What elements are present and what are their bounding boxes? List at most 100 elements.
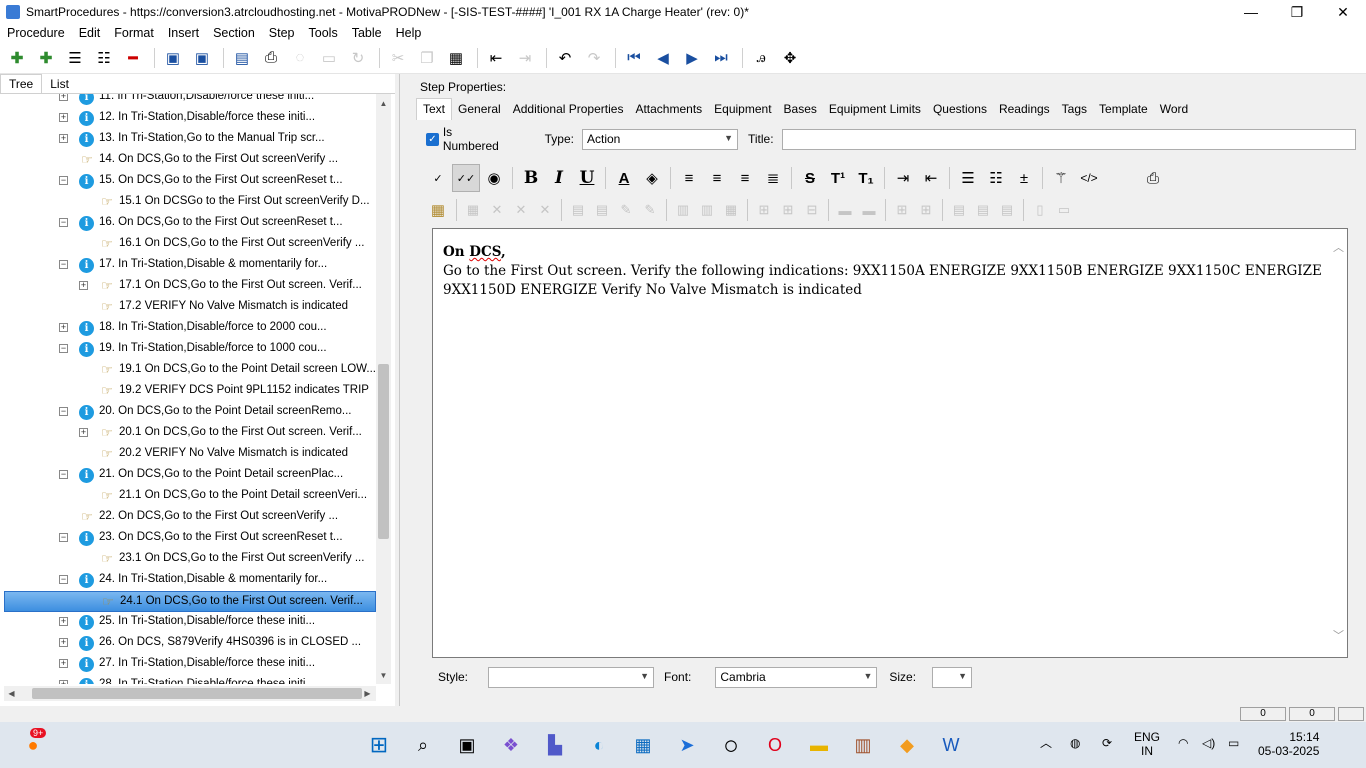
tree-row[interactable]: − i 15. On DCS,Go to the First Out screenR…: [4, 171, 376, 192]
volume-icon[interactable]: ◁): [1202, 736, 1215, 750]
expand-icon[interactable]: +: [59, 94, 68, 101]
tree-row[interactable]: + i 25. In Tri-Station,Disable/force these…: [4, 612, 376, 633]
menu-tools[interactable]: Tools: [302, 26, 345, 40]
align-bottom-icon[interactable]: ▤: [995, 196, 1019, 224]
spellcheck-icon[interactable]: ✓: [424, 164, 452, 192]
fill-color-icon[interactable]: ◈: [638, 164, 666, 192]
collapse-icon[interactable]: −: [59, 218, 68, 227]
tab-questions[interactable]: Questions: [927, 99, 993, 120]
dell-icon[interactable]: ◯: [716, 730, 746, 760]
outdent-icon[interactable]: ⇤: [483, 45, 509, 71]
bullet-list-icon[interactable]: ☰: [954, 164, 982, 192]
collapse-icon[interactable]: −: [59, 575, 68, 584]
save-as-icon[interactable]: ▣: [160, 45, 186, 71]
tree-row[interactable]: ☞ 17.2 VERIFY No Valve Mismatch is indica…: [4, 297, 376, 318]
insert-table-icon[interactable]: ▦: [424, 196, 452, 224]
subscript-icon[interactable]: T₁: [852, 164, 880, 192]
superscript-icon[interactable]: T¹: [824, 164, 852, 192]
align-right-icon[interactable]: ≡: [731, 164, 759, 192]
tree-row[interactable]: ☞ 21.1 On DCS,Go to the Point Detail scre…: [4, 486, 376, 507]
task-view-icon[interactable]: ▣: [452, 730, 482, 760]
menu-insert[interactable]: Insert: [161, 26, 206, 40]
decrease-indent-icon[interactable]: ⇤: [917, 164, 945, 192]
redo-step-icon[interactable]: ↻: [345, 45, 371, 71]
network-status-icon[interactable]: ◍: [1070, 736, 1080, 750]
collapse-icon[interactable]: −: [59, 533, 68, 542]
first-icon[interactable]: ⏮: [621, 45, 647, 71]
numbered-list-icon[interactable]: ☷: [982, 164, 1010, 192]
file-explorer-icon[interactable]: ▬: [804, 730, 834, 760]
delete-col-icon[interactable]: ✕: [509, 196, 533, 224]
col-width-icon[interactable]: ▬: [857, 196, 881, 224]
collapse-icon[interactable]: ☰: [62, 45, 88, 71]
scroll-right-icon[interactable]: ▶: [360, 686, 375, 701]
expand-icon[interactable]: +: [59, 638, 68, 647]
bold-icon[interactable]: B: [517, 164, 545, 192]
title-input[interactable]: [781, 128, 1356, 150]
word-icon[interactable]: W: [936, 730, 966, 760]
row-height-icon[interactable]: ▬: [833, 196, 857, 224]
delete-row-icon[interactable]: ✕: [533, 196, 557, 224]
expand-icon[interactable]: +: [59, 659, 68, 668]
tree-row[interactable]: + i 27. In Tri-Station,Disable/force these…: [4, 654, 376, 675]
tab-text[interactable]: Text: [416, 98, 453, 120]
editor-scrollbar[interactable]: ︿ ﹀: [1331, 229, 1347, 657]
delete-cell-icon[interactable]: ✕: [485, 196, 509, 224]
collapse-icon[interactable]: −: [59, 344, 68, 353]
copilot-icon[interactable]: ❖: [496, 730, 526, 760]
auto-spellcheck-icon[interactable]: ✓✓: [452, 164, 480, 192]
tab-template[interactable]: Template: [1093, 99, 1154, 120]
tab-tree[interactable]: Tree: [0, 74, 43, 93]
remote-icon[interactable]: ➤: [672, 730, 702, 760]
tree-row[interactable]: + ☞ 20.1 On DCS,Go to the First Out screen…: [4, 423, 376, 444]
expand-icon[interactable]: +: [59, 323, 68, 332]
opera-icon[interactable]: O: [760, 730, 790, 760]
teams-icon[interactable]: ▙: [540, 730, 570, 760]
split-icon[interactable]: ⊟: [800, 196, 824, 224]
export-icon[interactable]: ▤: [229, 45, 255, 71]
move-icon[interactable]: ✥: [777, 45, 803, 71]
cell-style-icon[interactable]: ✎: [638, 196, 662, 224]
tree-row[interactable]: ☞ 20.2 VERIFY No Valve Mismatch is indica…: [4, 444, 376, 465]
previous-icon[interactable]: ◀: [650, 45, 676, 71]
type-select[interactable]: Action ▼: [581, 128, 738, 150]
chevron-down-icon[interactable]: ﹀: [1333, 627, 1344, 643]
tree-row[interactable]: − i 19. In Tri-Station,Disable/force to 10…: [4, 339, 376, 360]
tree-row[interactable]: + i 26. On DCS, S879Verify 4HS0396 is in C…: [4, 633, 376, 654]
battery-icon[interactable]: ▭: [1228, 736, 1239, 750]
insert-line-icon[interactable]: ±: [1010, 164, 1038, 192]
border-icon[interactable]: ⊞: [890, 196, 914, 224]
smartprocedures-icon[interactable]: ◆: [892, 730, 922, 760]
tree-row[interactable]: + i 28. In Tri-Station,Disable/force these…: [4, 675, 376, 684]
tree-vertical-scrollbar[interactable]: ▲ ▼: [376, 94, 391, 684]
insert-col-right-icon[interactable]: ▥: [695, 196, 719, 224]
tree-row[interactable]: + i 13. In Tri-Station,Go to the Manual Tr…: [4, 129, 376, 150]
spellcheck-icon[interactable]: ꭿ: [748, 45, 774, 71]
is-numbered-checkbox[interactable]: ✓: [426, 132, 439, 146]
collapse-icon[interactable]: −: [59, 470, 68, 479]
tree-row[interactable]: − i 23. On DCS,Go to the First Out screenR…: [4, 528, 376, 549]
style-select[interactable]: ▼: [488, 666, 655, 688]
tree-row[interactable]: ☞ 22. On DCS,Go to the First Out screenVe…: [4, 507, 376, 528]
cell-props-icon[interactable]: ▤: [566, 196, 590, 224]
refresh-icon[interactable]: ◌: [287, 45, 313, 71]
menu-help[interactable]: Help: [389, 26, 429, 40]
tab-attachments[interactable]: Attachments: [629, 99, 708, 120]
tab-readings[interactable]: Readings: [993, 99, 1056, 120]
cell-edit-icon[interactable]: ▤: [590, 196, 614, 224]
insert-col-left-icon[interactable]: ▥: [671, 196, 695, 224]
cut-icon[interactable]: ✂: [385, 45, 411, 71]
step-text-editor[interactable]: On DCS, Go to the First Out screen. Veri…: [432, 228, 1348, 658]
merge-icon[interactable]: ▦: [719, 196, 743, 224]
search-icon[interactable]: ⌕: [408, 730, 438, 760]
collapse-icon[interactable]: −: [59, 260, 68, 269]
vertical-text-icon[interactable]: ▯: [1028, 196, 1052, 224]
magic-wand-icon[interactable]: ⚚: [1047, 164, 1075, 192]
chevron-up-icon[interactable]: ︿: [1040, 736, 1052, 750]
italic-icon[interactable]: I: [545, 164, 573, 192]
menu-table[interactable]: Table: [345, 26, 389, 40]
last-icon[interactable]: ⏭: [708, 45, 734, 71]
next-icon[interactable]: ▶: [679, 45, 705, 71]
tab-list[interactable]: List: [42, 75, 77, 93]
collapse-icon[interactable]: −: [59, 407, 68, 416]
